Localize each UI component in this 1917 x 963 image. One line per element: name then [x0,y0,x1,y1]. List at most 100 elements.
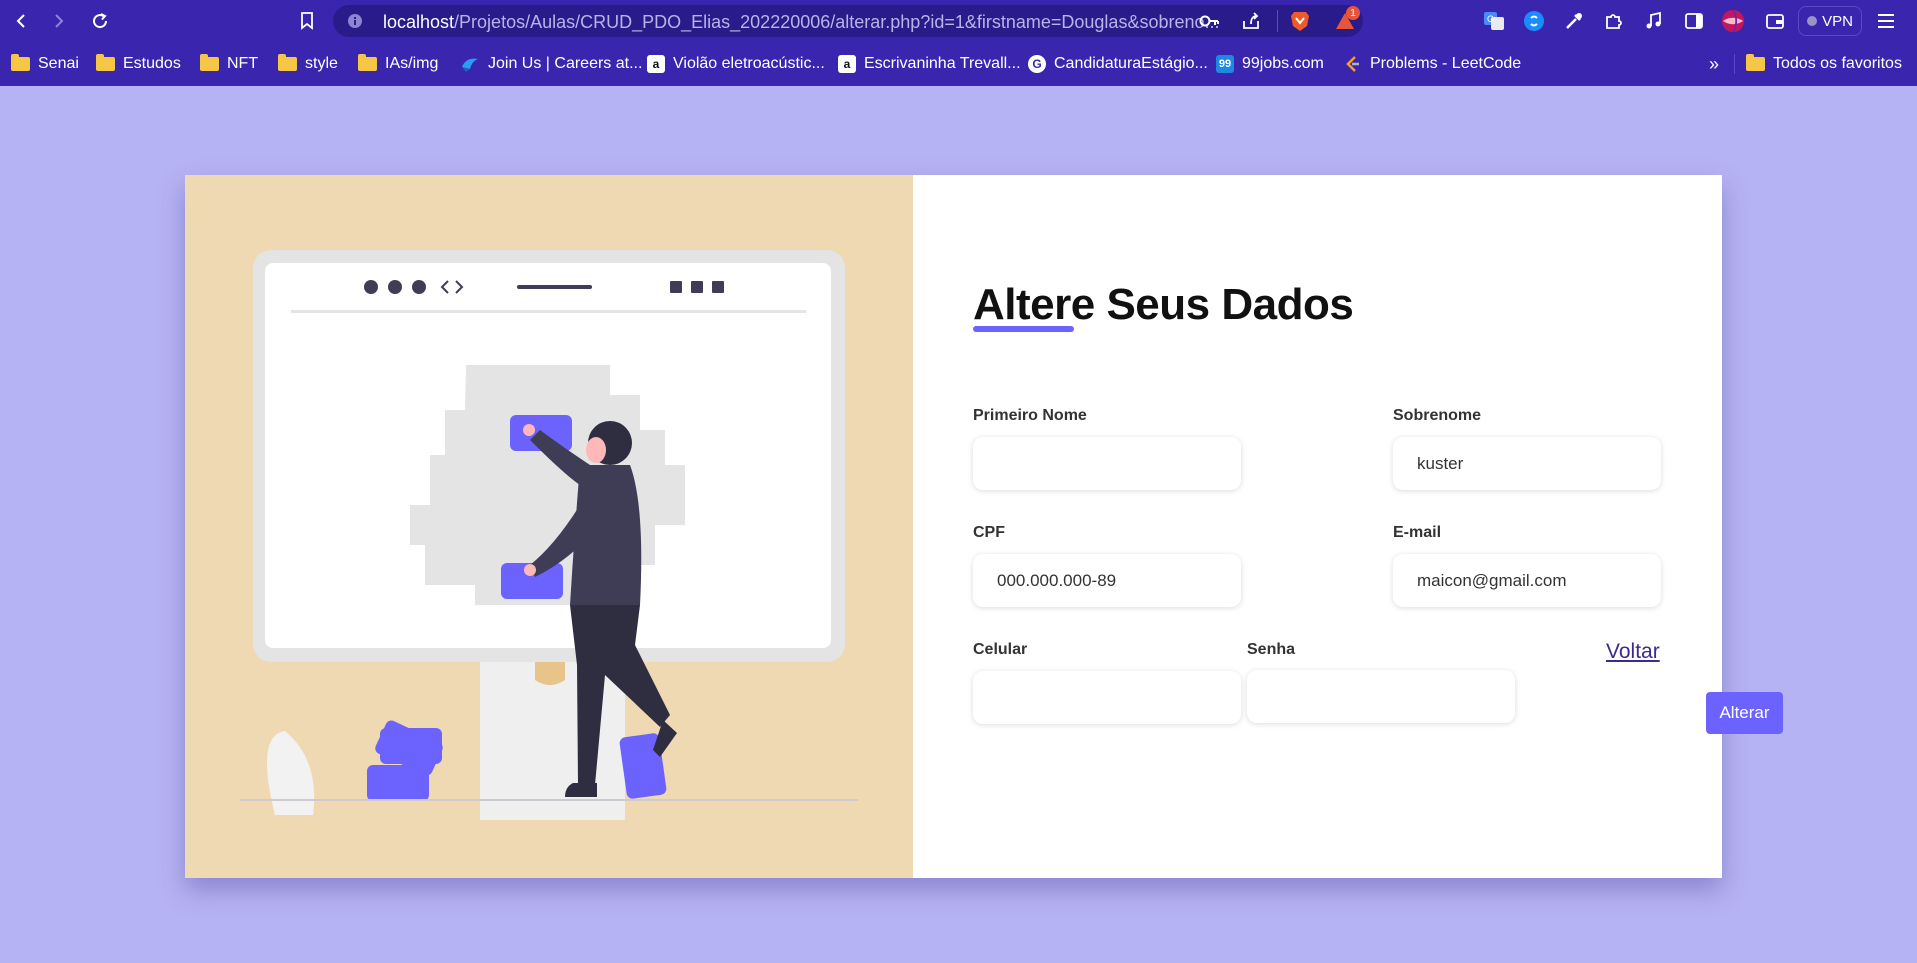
form-card: Altere Seus Dados Primeiro Nome Sobrenom… [185,175,1783,878]
bookmarks-divider [1734,54,1735,74]
cpf-input[interactable] [973,554,1241,607]
url-text[interactable]: localhost/Projetos/Aulas/CRUD_PDO_Elias_… [383,12,1229,33]
bookmark-label: Join Us | Careers at... [488,55,643,72]
bookmark-page-button[interactable] [294,8,320,34]
cpf-label: CPF [973,524,1005,541]
bookmark-senai[interactable]: Senai [11,52,79,76]
password-label: Senha [1247,641,1296,658]
arrow-left-icon [16,14,25,28]
phone-label: Celular [973,641,1028,658]
overflow-chevron-icon: » [1709,53,1720,74]
bookmark-icon [301,12,313,30]
99jobs-favicon: 99 [1216,55,1234,73]
wallet-button[interactable] [1763,9,1787,33]
back-link[interactable]: Voltar [1606,640,1660,664]
shazam-icon [1524,11,1544,31]
svg-text:G: G [1487,14,1494,24]
first-name-input[interactable] [973,437,1241,490]
avatar-icon [1721,9,1745,33]
shazam-extension[interactable] [1522,9,1546,33]
url-path: /Projetos/Aulas/CRUD_PDO_Elias_202220006… [454,12,1220,32]
music-note-icon [1646,11,1661,29]
wallet-icon [1766,14,1784,29]
all-favorites-label: Todos os favoritos [1773,55,1902,72]
bookmark-label: Violão eletroacústic... [673,55,825,72]
bookmark-label: Senai [38,55,79,72]
eyedropper-icon [1566,13,1582,29]
forward-button[interactable] [46,8,72,34]
vpn-status-icon [1807,16,1818,26]
folder-icon [358,54,377,71]
url-host: localhost [383,12,455,32]
submit-button[interactable]: Alterar [1706,692,1783,734]
profile-button[interactable] [1721,9,1745,33]
bookmark-label: style [305,55,338,72]
email-input[interactable] [1393,554,1661,607]
folder-icon [1746,54,1765,71]
last-name-label: Sobrenome [1393,407,1482,424]
site-info-icon[interactable] [347,13,363,29]
bookmark-violao[interactable]: a Violão eletroacústic... [647,52,825,76]
bookmark-label: CandidaturaEstágio... [1054,55,1208,72]
color-picker-extension[interactable] [1562,9,1586,33]
bookmark-label: Escrivaninha Trevall... [864,55,1021,72]
key-icon[interactable] [1199,13,1219,29]
illustration-panel [185,175,913,878]
all-favorites-folder[interactable]: Todos os favoritos [1746,52,1902,76]
urlbar-divider [1277,10,1278,32]
media-button[interactable] [1642,9,1666,33]
folder-icon [11,54,30,71]
puzzle-icon [1606,14,1622,29]
bookmark-join-us[interactable]: Join Us | Careers at... [460,52,642,76]
hamburger-icon [1878,14,1894,28]
bookmark-label: 99jobs.com [1242,55,1324,72]
bookmark-escrivaninha[interactable]: a Escrivaninha Trevall... [838,52,1021,76]
bookmark-label: Problems - LeetCode [1370,55,1522,72]
title-underline [973,326,1074,332]
sidebar-button[interactable] [1682,9,1706,33]
email-label: E-mail [1393,524,1442,541]
bookmark-ias-img[interactable]: IAs/img [358,52,438,76]
bookmarks-overflow-button[interactable]: » [1709,52,1719,76]
person-arranging-blocks-illustration [240,250,858,820]
notification-badge: 1 [1346,6,1360,20]
amazon-icon: a [647,55,665,73]
extensions-button[interactable] [1602,9,1626,33]
first-name-label: Primeiro Nome [973,407,1087,424]
google-translate-icon: G [1484,12,1504,30]
bookmark-label: IAs/img [385,55,439,72]
back-button[interactable] [8,8,34,34]
menu-button[interactable] [1874,9,1898,33]
folder-icon [278,54,297,71]
reload-button[interactable] [87,8,113,34]
folder-icon [200,54,219,71]
bookmark-style[interactable]: style [278,52,338,76]
phone-input[interactable] [973,671,1241,724]
arrow-right-icon [55,14,64,28]
amazon-icon: a [838,55,856,73]
vpn-label: VPN [1822,12,1853,30]
bookmark-99jobs[interactable]: 99 99jobs.com [1216,52,1324,76]
vpn-button[interactable]: VPN [1798,6,1862,36]
leetcode-icon [1346,56,1359,72]
brave-shield-icon[interactable] [1290,10,1310,32]
candidatura-favicon: G [1028,55,1046,73]
share-icon[interactable] [1241,12,1261,30]
folder-icon [96,54,115,71]
join-us-favicon [462,58,478,72]
form-panel: Altere Seus Dados Primeiro Nome Sobrenom… [913,175,1783,878]
browser-toolbar: localhost/Projetos/Aulas/CRUD_PDO_Elias_… [0,0,1917,42]
last-name-input[interactable] [1393,437,1661,490]
sidebar-icon [1685,13,1703,29]
bookmark-leetcode[interactable]: Problems - LeetCode [1344,52,1521,76]
password-input[interactable] [1247,670,1515,723]
bookmark-estudos[interactable]: Estudos [96,52,181,76]
page-title: Altere Seus Dados [973,280,1354,329]
bookmark-label: Estudos [123,55,181,72]
translate-extension[interactable]: G [1482,9,1506,33]
bookmark-candidatura[interactable]: G CandidaturaEstágio... [1028,52,1208,76]
address-bar[interactable]: localhost/Projetos/Aulas/CRUD_PDO_Elias_… [333,5,1363,37]
bookmark-nft[interactable]: NFT [200,52,258,76]
bookmark-label: NFT [227,55,259,72]
reload-icon [93,13,108,29]
